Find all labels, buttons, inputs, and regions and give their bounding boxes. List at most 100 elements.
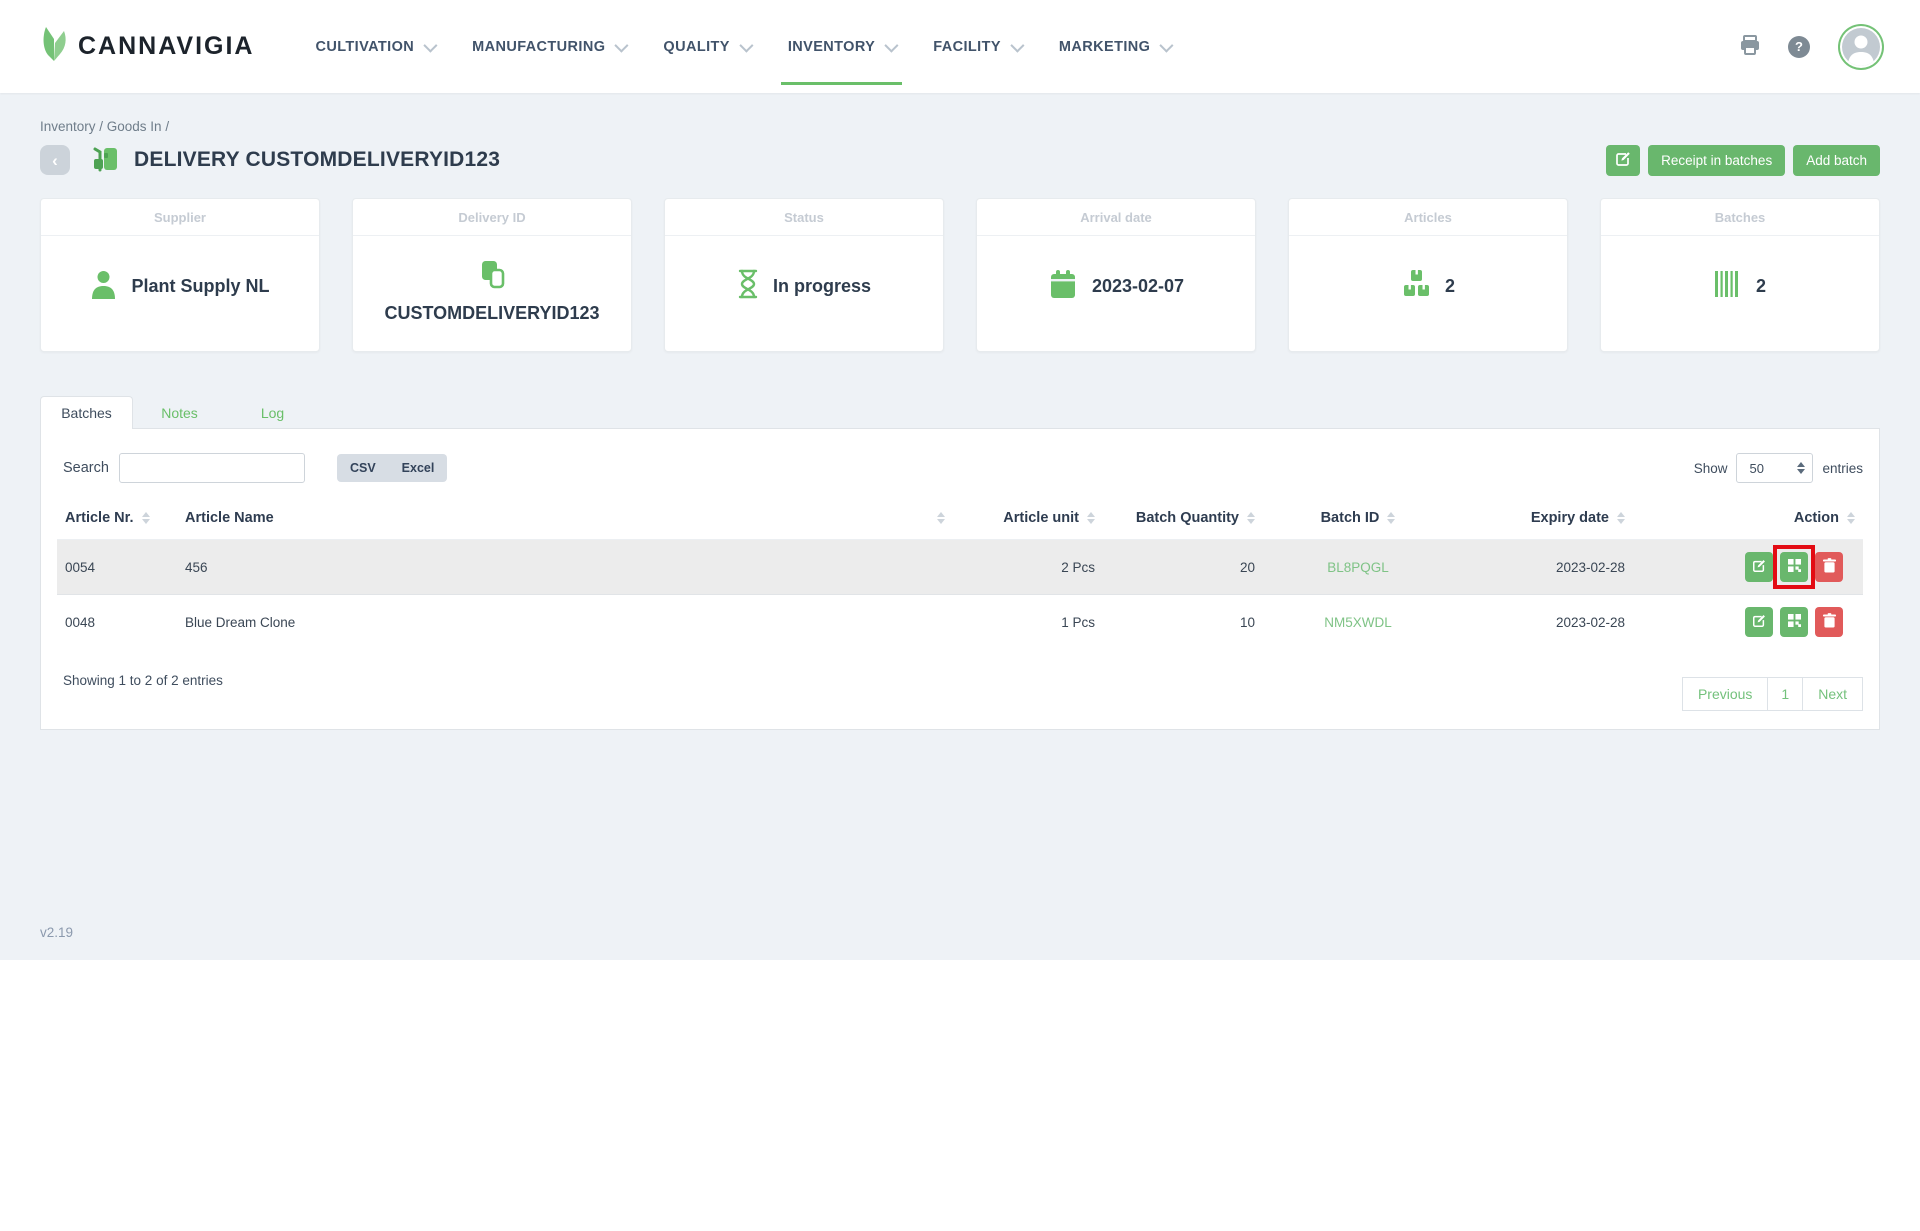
detail-tabs: Batches Notes Log xyxy=(40,396,1880,429)
col-article-nr[interactable]: Article Nr. xyxy=(57,497,177,540)
search-label: Search xyxy=(63,460,109,476)
receipt-in-batches-button[interactable]: Receipt in batches xyxy=(1648,145,1785,176)
packages-icon xyxy=(1401,269,1431,304)
card-body: 2 xyxy=(1289,236,1567,351)
chevron-down-icon xyxy=(1010,38,1024,52)
card-arrival-date: Arrival date 2023-02-07 xyxy=(976,198,1256,352)
card-body: CUSTOMDELIVERYID123 xyxy=(353,236,631,351)
batch-id-link[interactable]: BL8PQGL xyxy=(1327,560,1389,575)
articles-count: 2 xyxy=(1445,276,1455,297)
col-batch-id[interactable]: Batch ID xyxy=(1263,497,1453,540)
calendar-icon xyxy=(1048,268,1078,305)
card-body: Plant Supply NL xyxy=(41,236,319,351)
page-actions: Receipt in batches Add batch xyxy=(1606,145,1880,176)
edit-delivery-button[interactable] xyxy=(1606,145,1640,176)
edit-pencil-icon xyxy=(1752,559,1766,576)
delete-batch-button[interactable] xyxy=(1815,552,1843,582)
edit-batch-button[interactable] xyxy=(1745,607,1773,637)
tab-batches[interactable]: Batches xyxy=(40,396,133,429)
arrival-date-value: 2023-02-07 xyxy=(1092,276,1184,297)
batch-qr-code-button[interactable] xyxy=(1780,552,1808,582)
delete-batch-button[interactable] xyxy=(1815,607,1843,637)
add-batch-button[interactable]: Add batch xyxy=(1793,145,1880,176)
batches-count: 2 xyxy=(1756,276,1766,297)
table-footer: Showing 1 to 2 of 2 entries Previous 1 N… xyxy=(57,669,1863,711)
batch-id-link[interactable]: NM5XWDL xyxy=(1324,615,1392,630)
csv-export-button[interactable]: CSV xyxy=(337,454,389,482)
barcode-icon xyxy=(1714,269,1742,304)
help-button[interactable]: ? xyxy=(1788,36,1810,58)
annotation-highlight-box xyxy=(1780,552,1808,582)
nav-label: QUALITY xyxy=(663,39,729,55)
app-version: v2.19 xyxy=(40,925,73,940)
edit-batch-button[interactable] xyxy=(1745,552,1773,582)
page-size-select[interactable]: 50 xyxy=(1736,453,1813,483)
page-title: DELIVERY CUSTOMDELIVERYID123 xyxy=(134,148,500,172)
back-button[interactable]: ‹ xyxy=(40,145,70,175)
card-batches: Batches 2 xyxy=(1600,198,1880,352)
cell-batch-quantity: 20 xyxy=(1103,540,1263,595)
delivery-truck-icon xyxy=(88,144,122,176)
batch-qr-code-button[interactable] xyxy=(1780,607,1808,637)
cell-batch-quantity: 10 xyxy=(1103,595,1263,650)
nav-item-cultivation[interactable]: CULTIVATION xyxy=(296,0,453,93)
col-expiry-date[interactable]: Expiry date xyxy=(1453,497,1633,540)
person-icon xyxy=(90,269,117,304)
user-avatar[interactable] xyxy=(1842,28,1880,66)
copy-icon[interactable] xyxy=(476,258,508,297)
previous-page-button[interactable]: Previous xyxy=(1682,677,1768,711)
row-actions xyxy=(1641,552,1855,582)
tab-log[interactable]: Log xyxy=(226,396,319,429)
breadcrumb[interactable]: Inventory / Goods In / xyxy=(40,93,1880,134)
search-input[interactable] xyxy=(119,453,305,483)
table-row: 0048 Blue Dream Clone 1 Pcs 10 NM5XWDL 2… xyxy=(57,595,1863,650)
nav-item-manufacturing[interactable]: MANUFACTURING xyxy=(453,0,644,93)
export-buttons: CSV Excel xyxy=(337,454,447,482)
col-batch-quantity[interactable]: Batch Quantity xyxy=(1103,497,1263,540)
tab-notes[interactable]: Notes xyxy=(133,396,226,429)
card-body: 2 xyxy=(1601,236,1879,351)
batches-panel: Search CSV Excel Show 50 entries xyxy=(40,428,1880,730)
sort-icon xyxy=(937,512,945,524)
sort-icon xyxy=(1087,512,1095,524)
sort-icon xyxy=(1847,512,1855,524)
main-content: Inventory / Goods In / ‹ DELIVERY CUSTOM… xyxy=(0,93,1920,730)
cell-article-nr: 0048 xyxy=(57,595,177,650)
nav-item-facility[interactable]: FACILITY xyxy=(914,0,1040,93)
page-size-value: 50 xyxy=(1749,461,1763,476)
card-delivery-id: Delivery ID CUSTOMDELIVERYID123 xyxy=(352,198,632,352)
sort-icon xyxy=(1617,512,1625,524)
nav-item-quality[interactable]: QUALITY xyxy=(644,0,768,93)
table-row: 0054 456 2 Pcs 20 BL8PQGL 2023-02-28 xyxy=(57,540,1863,595)
nav-label: CULTIVATION xyxy=(315,39,414,55)
summary-cards: Supplier Plant Supply NL Delivery ID xyxy=(40,198,1880,352)
table-controls: Search CSV Excel Show 50 entries xyxy=(57,453,1863,483)
nav-label: MARKETING xyxy=(1059,39,1150,55)
card-label: Articles xyxy=(1289,199,1567,236)
nav-item-marketing[interactable]: MARKETING xyxy=(1040,0,1189,93)
excel-export-button[interactable]: Excel xyxy=(389,454,448,482)
printer-icon xyxy=(1738,33,1762,60)
entries-summary: Showing 1 to 2 of 2 entries xyxy=(63,673,223,688)
supplier-value: Plant Supply NL xyxy=(131,276,269,297)
nav-label: INVENTORY xyxy=(788,39,875,55)
card-body: In progress xyxy=(665,236,943,351)
nav-item-inventory[interactable]: INVENTORY xyxy=(769,0,914,93)
print-button[interactable] xyxy=(1738,33,1762,60)
entries-label: entries xyxy=(1822,461,1863,476)
cell-expiry-date: 2023-02-28 xyxy=(1453,595,1633,650)
card-status: Status In progress xyxy=(664,198,944,352)
card-label: Delivery ID xyxy=(353,199,631,236)
next-page-button[interactable]: Next xyxy=(1802,677,1863,711)
chevron-down-icon xyxy=(885,38,899,52)
col-action[interactable]: Action xyxy=(1633,497,1863,540)
card-label: Status xyxy=(665,199,943,236)
cell-article-name: Blue Dream Clone xyxy=(177,595,953,650)
col-article-name[interactable]: Article Name xyxy=(177,497,953,540)
brand-logo[interactable]: CANNAVIGIA xyxy=(40,25,254,68)
col-article-unit[interactable]: Article unit xyxy=(953,497,1103,540)
page-number-button[interactable]: 1 xyxy=(1767,677,1803,711)
card-articles: Articles 2 xyxy=(1288,198,1568,352)
trash-icon xyxy=(1823,558,1836,576)
question-mark-icon: ? xyxy=(1788,36,1810,58)
